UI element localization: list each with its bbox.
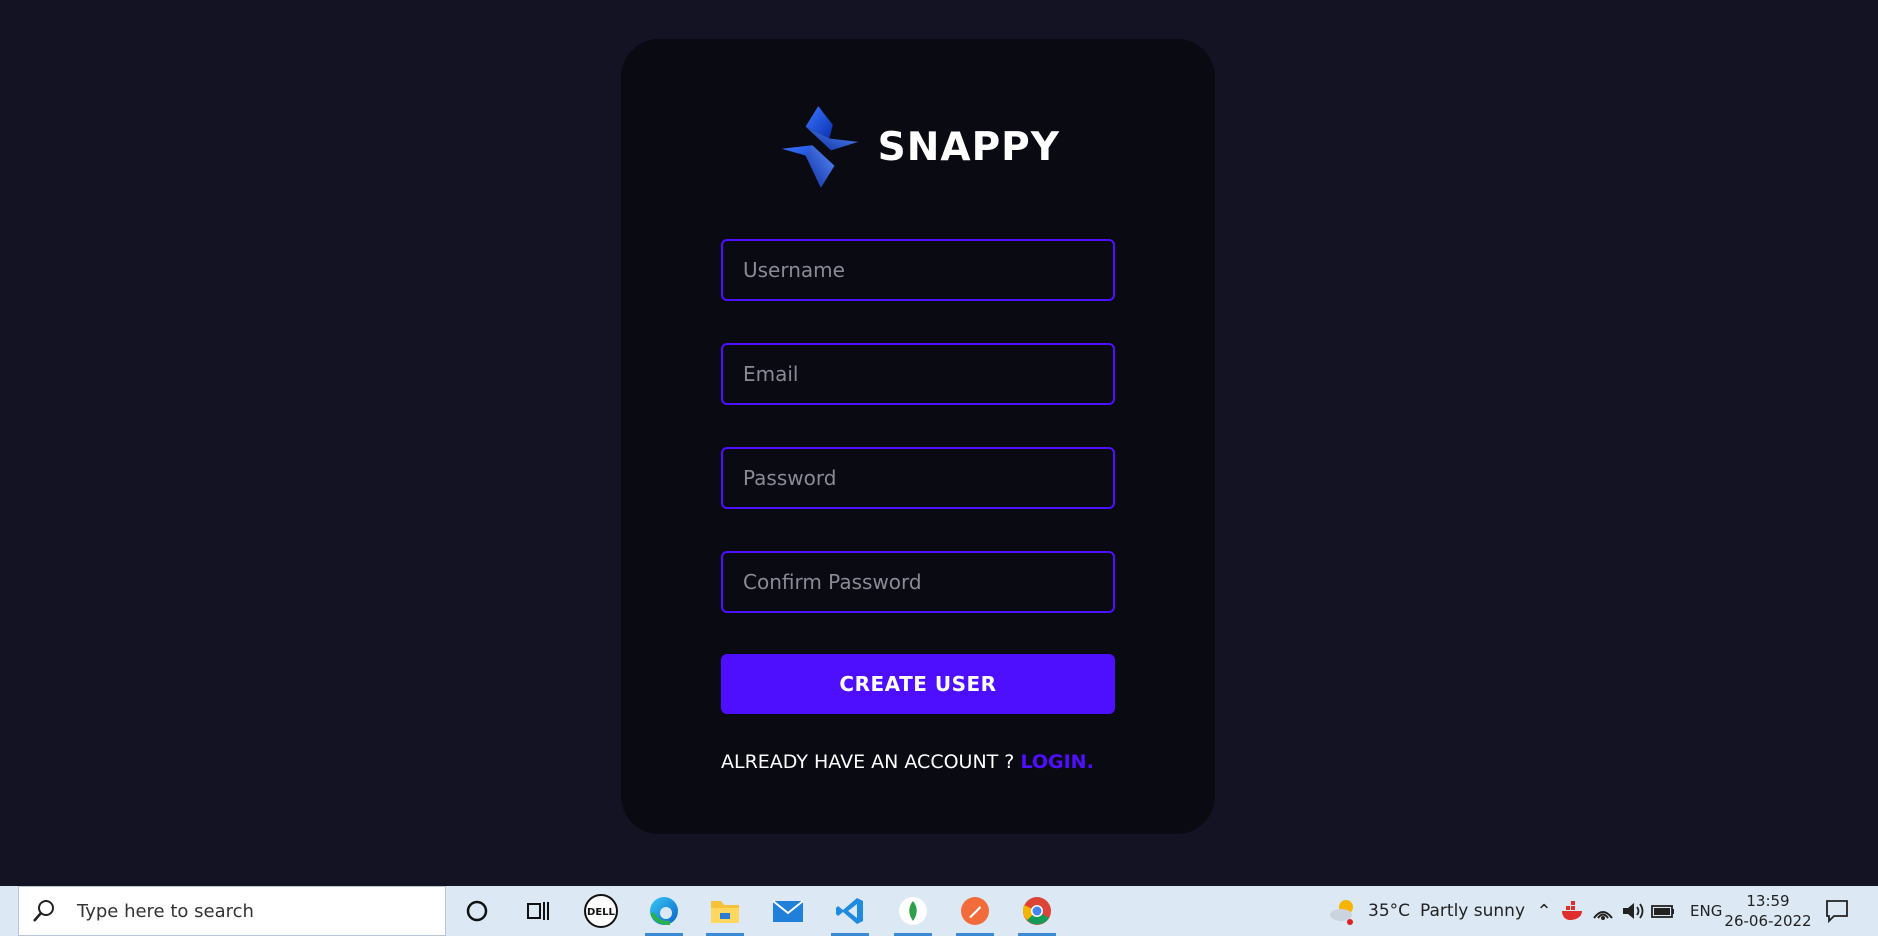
svg-text:DELL: DELL	[587, 907, 616, 918]
task-view-icon[interactable]	[513, 891, 563, 931]
chrome-icon[interactable]	[1012, 891, 1062, 936]
login-prompt: ALREADY HAVE AN ACCOUNT ? LOGIN.	[721, 751, 1115, 773]
confirm-password-input[interactable]	[721, 551, 1115, 613]
taskbar: Type here to search DELL 35°C Partly sun…	[0, 886, 1878, 936]
snappy-logo-icon	[781, 106, 859, 188]
brand: SNAPPY	[780, 97, 1060, 197]
system-tray: ⌃ ENG	[1530, 886, 1722, 936]
battery-icon[interactable]	[1650, 900, 1676, 922]
chevron-up-icon[interactable]: ⌃	[1530, 901, 1558, 922]
taskbar-search[interactable]: Type here to search	[18, 886, 446, 936]
password-input[interactable]	[721, 447, 1115, 509]
cortana-icon[interactable]	[452, 891, 502, 931]
file-explorer-icon[interactable]	[700, 891, 750, 936]
partly-sunny-icon	[1330, 900, 1353, 925]
dell-icon[interactable]: DELL	[576, 891, 626, 931]
clock-time: 13:59	[1746, 892, 1790, 910]
email-input[interactable]	[721, 343, 1115, 405]
mongodb-icon[interactable]	[888, 891, 938, 936]
weather-widget[interactable]: 35°C Partly sunny	[1328, 886, 1525, 936]
search-icon	[33, 900, 54, 922]
volume-icon[interactable]	[1620, 900, 1646, 922]
mail-icon[interactable]	[763, 891, 813, 931]
search-placeholder: Type here to search	[77, 900, 254, 922]
weather-temp: 35°C	[1368, 901, 1411, 921]
docker-icon[interactable]	[1560, 900, 1586, 922]
brand-name: SNAPPY	[877, 124, 1060, 170]
username-input[interactable]	[721, 239, 1115, 301]
login-prompt-text: ALREADY HAVE AN ACCOUNT ?	[721, 751, 1021, 773]
weather-desc: Partly sunny	[1420, 901, 1526, 921]
notifications-icon[interactable]	[1824, 886, 1850, 936]
network-icon[interactable]	[1590, 900, 1616, 922]
vscode-icon[interactable]	[825, 891, 875, 936]
postman-icon[interactable]	[950, 891, 1000, 936]
create-user-button[interactable]: CREATE USER	[721, 654, 1115, 714]
clock-date: 26-06-2022	[1724, 912, 1812, 930]
register-card: SNAPPY CREATE USER ALREADY HAVE AN ACCOU…	[621, 39, 1215, 834]
clock[interactable]: 13:59 26-06-2022	[1718, 886, 1818, 936]
login-link[interactable]: LOGIN.	[1020, 751, 1093, 773]
edge-icon[interactable]	[639, 891, 689, 936]
